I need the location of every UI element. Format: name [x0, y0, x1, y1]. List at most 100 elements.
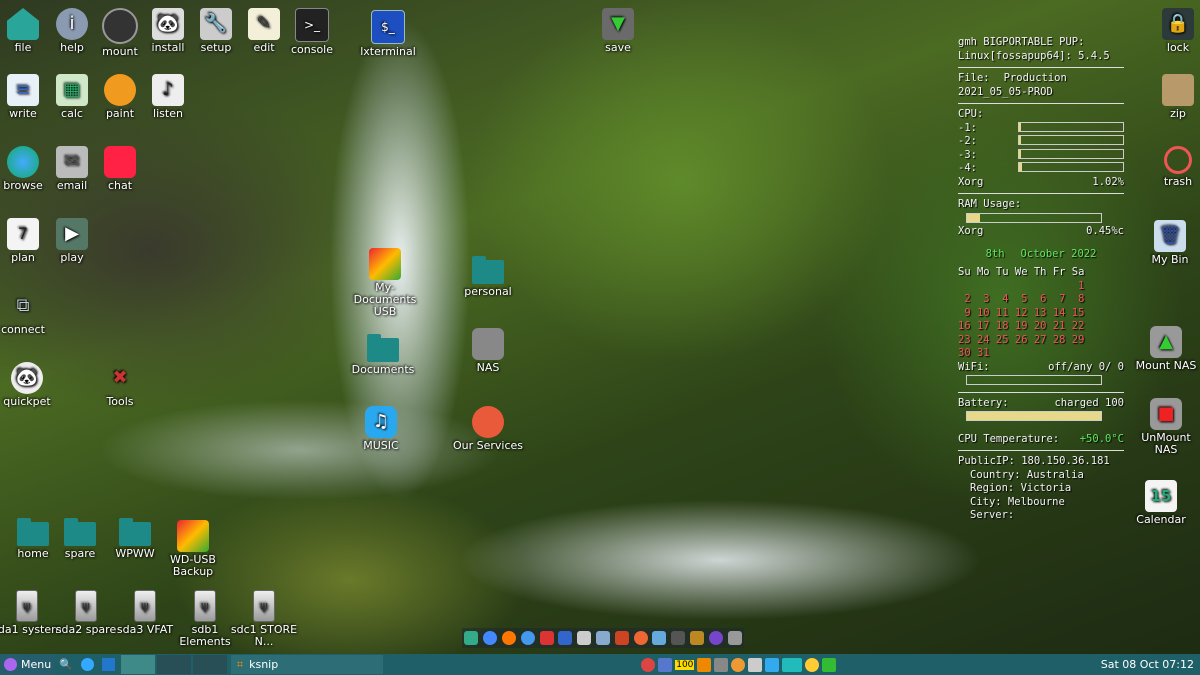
drive-sdc1[interactable]: ψ sdc1 STORE N... [229, 590, 299, 648]
my-documents-usb-icon[interactable]: My-Documents USB [348, 248, 422, 318]
chat-icon-launcher[interactable]: chat [85, 146, 155, 192]
divider [958, 67, 1124, 68]
dock-monitor-icon[interactable] [558, 631, 573, 645]
nas-unmount-icon: ■ [1150, 398, 1182, 430]
my-bin-icon[interactable]: 🗑 My Bin [1135, 220, 1200, 266]
dock-vivaldi-icon[interactable] [539, 631, 554, 645]
lxterminal-icon-launcher[interactable]: $_ lxterminal [353, 10, 423, 58]
desktop-icon [101, 658, 115, 671]
personal-folder-icon[interactable]: personal [453, 254, 523, 298]
quickpet-icon-launcher[interactable]: 🐼 quickpet [0, 362, 62, 408]
usb-drive-icon: ψ [253, 590, 275, 622]
dock-folder-icon[interactable] [595, 631, 610, 645]
zip-icon-launcher[interactable]: zip [1143, 74, 1200, 120]
calendar-week-5: 23 24 25 26 27 28 29 [958, 333, 1085, 346]
dock-document-icon[interactable] [577, 631, 592, 645]
cpu-bar-2 [1018, 135, 1124, 145]
wrench-icon: 🔧 [200, 8, 232, 40]
usb-drive-icon: ψ [75, 590, 97, 622]
terminal-icon: >_ [295, 8, 329, 42]
dock-app4-icon[interactable] [652, 631, 667, 645]
document-icon: ≡ [7, 74, 39, 106]
dock-app8-icon[interactable] [727, 631, 742, 645]
play-icon-launcher[interactable]: ▶ play [37, 218, 107, 264]
volume-icon[interactable] [748, 657, 763, 672]
workspace-2[interactable] [156, 655, 191, 674]
calendar-icon: 15 [1145, 480, 1177, 512]
tray-storage-icon[interactable] [805, 657, 820, 672]
dock-app7-icon[interactable] [708, 631, 723, 645]
play-icon: ▶ [56, 218, 88, 250]
cpu-bar-1 [1018, 121, 1124, 132]
documents-folder-icon[interactable]: Documents [348, 332, 418, 376]
tray-cpu-graph-icon[interactable] [782, 657, 803, 672]
clock[interactable]: Sat 08 Oct 07:12 [1095, 658, 1200, 671]
wifi-bar [958, 374, 1124, 388]
browser-quicklaunch[interactable] [77, 654, 98, 675]
notepad-icon: ✎ [248, 8, 280, 40]
our-services-icon[interactable]: Our Services [451, 406, 525, 452]
dock-browser-icon[interactable] [483, 631, 498, 645]
dock-app-icon[interactable] [464, 631, 479, 645]
tray-battery-badge[interactable]: 100 [675, 659, 695, 670]
save-icon-launcher[interactable]: ▼ save [583, 8, 653, 54]
xorg-cpu: Xorg 1.02% [958, 175, 1124, 188]
dock-app6-icon[interactable] [689, 631, 704, 645]
panda-icon: 🐼 [152, 8, 184, 40]
menu-button[interactable]: Menu [0, 654, 56, 675]
nas-drive-icon [472, 328, 504, 360]
workspace-1[interactable] [120, 655, 155, 674]
tray-display-icon[interactable] [765, 657, 780, 672]
usb-drive-icon: ψ [194, 590, 216, 622]
trash-icon-launcher[interactable]: trash [1143, 146, 1200, 188]
console-icon-launcher[interactable]: >_ console [277, 8, 347, 56]
network-icon: ⧉ [16, 295, 30, 316]
dock-globe-icon[interactable] [520, 631, 535, 645]
save-arrow-icon: ▼ [602, 8, 634, 40]
usb-folder-icon [177, 520, 209, 552]
tray-power-icon[interactable] [697, 657, 712, 672]
file-name: 2021_05_05-PROD [958, 85, 1053, 98]
desktop-quicklaunch[interactable] [98, 654, 119, 675]
lock-icon: 🔒 [1162, 8, 1194, 40]
dock-app3-icon[interactable] [633, 631, 648, 645]
tray-app-icon[interactable] [641, 657, 656, 672]
tray-network-icon[interactable] [714, 657, 729, 672]
tray-shield-icon[interactable] [822, 657, 837, 672]
tray-update-icon[interactable] [731, 657, 746, 672]
tray-keyboard-icon[interactable] [658, 657, 673, 672]
bin-icon: 🗑 [1154, 220, 1186, 252]
cpu-core-2: -2: [958, 135, 1124, 149]
divider [958, 450, 1124, 451]
calendar-week-4: 16 17 18 19 20 21 22 [958, 320, 1085, 332]
region: Region: Victoria [970, 482, 1072, 494]
calendar-week-2: 2 3 4 5 6 7 8 [958, 293, 1085, 305]
kernel-version: Linux[fossapup64]: 5.4.5 [958, 49, 1110, 62]
mount-nas-icon[interactable]: ▲ Mount NAS [1131, 326, 1200, 372]
wd-usb-backup-icon[interactable]: WD-USB Backup [158, 520, 228, 578]
usb-drive-icon: ψ [134, 590, 156, 622]
calendar-icon-launcher[interactable]: 15 Calendar [1126, 480, 1196, 526]
battery-status: Battery: charged 100 [958, 396, 1124, 409]
task-ksnip[interactable]: ⌗ ksnip [230, 655, 383, 674]
calendar-weekdays: Su Mo Tu We Th Fr Sa [958, 266, 1085, 278]
city: City: Melbourne [970, 495, 1065, 508]
tools-icon-launcher[interactable]: ✖ Tools [85, 362, 155, 408]
lock-icon-launcher[interactable]: 🔒 lock [1143, 8, 1200, 54]
dock-app5-icon[interactable] [671, 631, 686, 645]
country: Country: Australia [970, 468, 1084, 481]
system-monitor-panel: gmh BIGPORTABLE PUP: Linux[fossapup64]: … [958, 36, 1124, 521]
connect-icon-launcher[interactable]: ⧉ connect [0, 290, 58, 336]
app-dock [462, 628, 744, 648]
workspace-3[interactable] [192, 655, 227, 674]
ram-bar [958, 212, 1124, 226]
music-icon[interactable]: ♫ MUSIC [346, 406, 416, 452]
dock-app2-icon[interactable] [614, 631, 629, 645]
listen-icon-launcher[interactable]: ♪ listen [133, 74, 203, 120]
divider [958, 391, 1124, 393]
nas-icon[interactable]: NAS [453, 328, 523, 374]
calendar-header: 8th October 2022 [985, 247, 1097, 260]
search-button[interactable]: 🔍 [55, 654, 77, 675]
dock-firefox-icon[interactable] [501, 631, 516, 645]
unmount-nas-icon[interactable]: ■ UnMount NAS [1131, 398, 1200, 456]
